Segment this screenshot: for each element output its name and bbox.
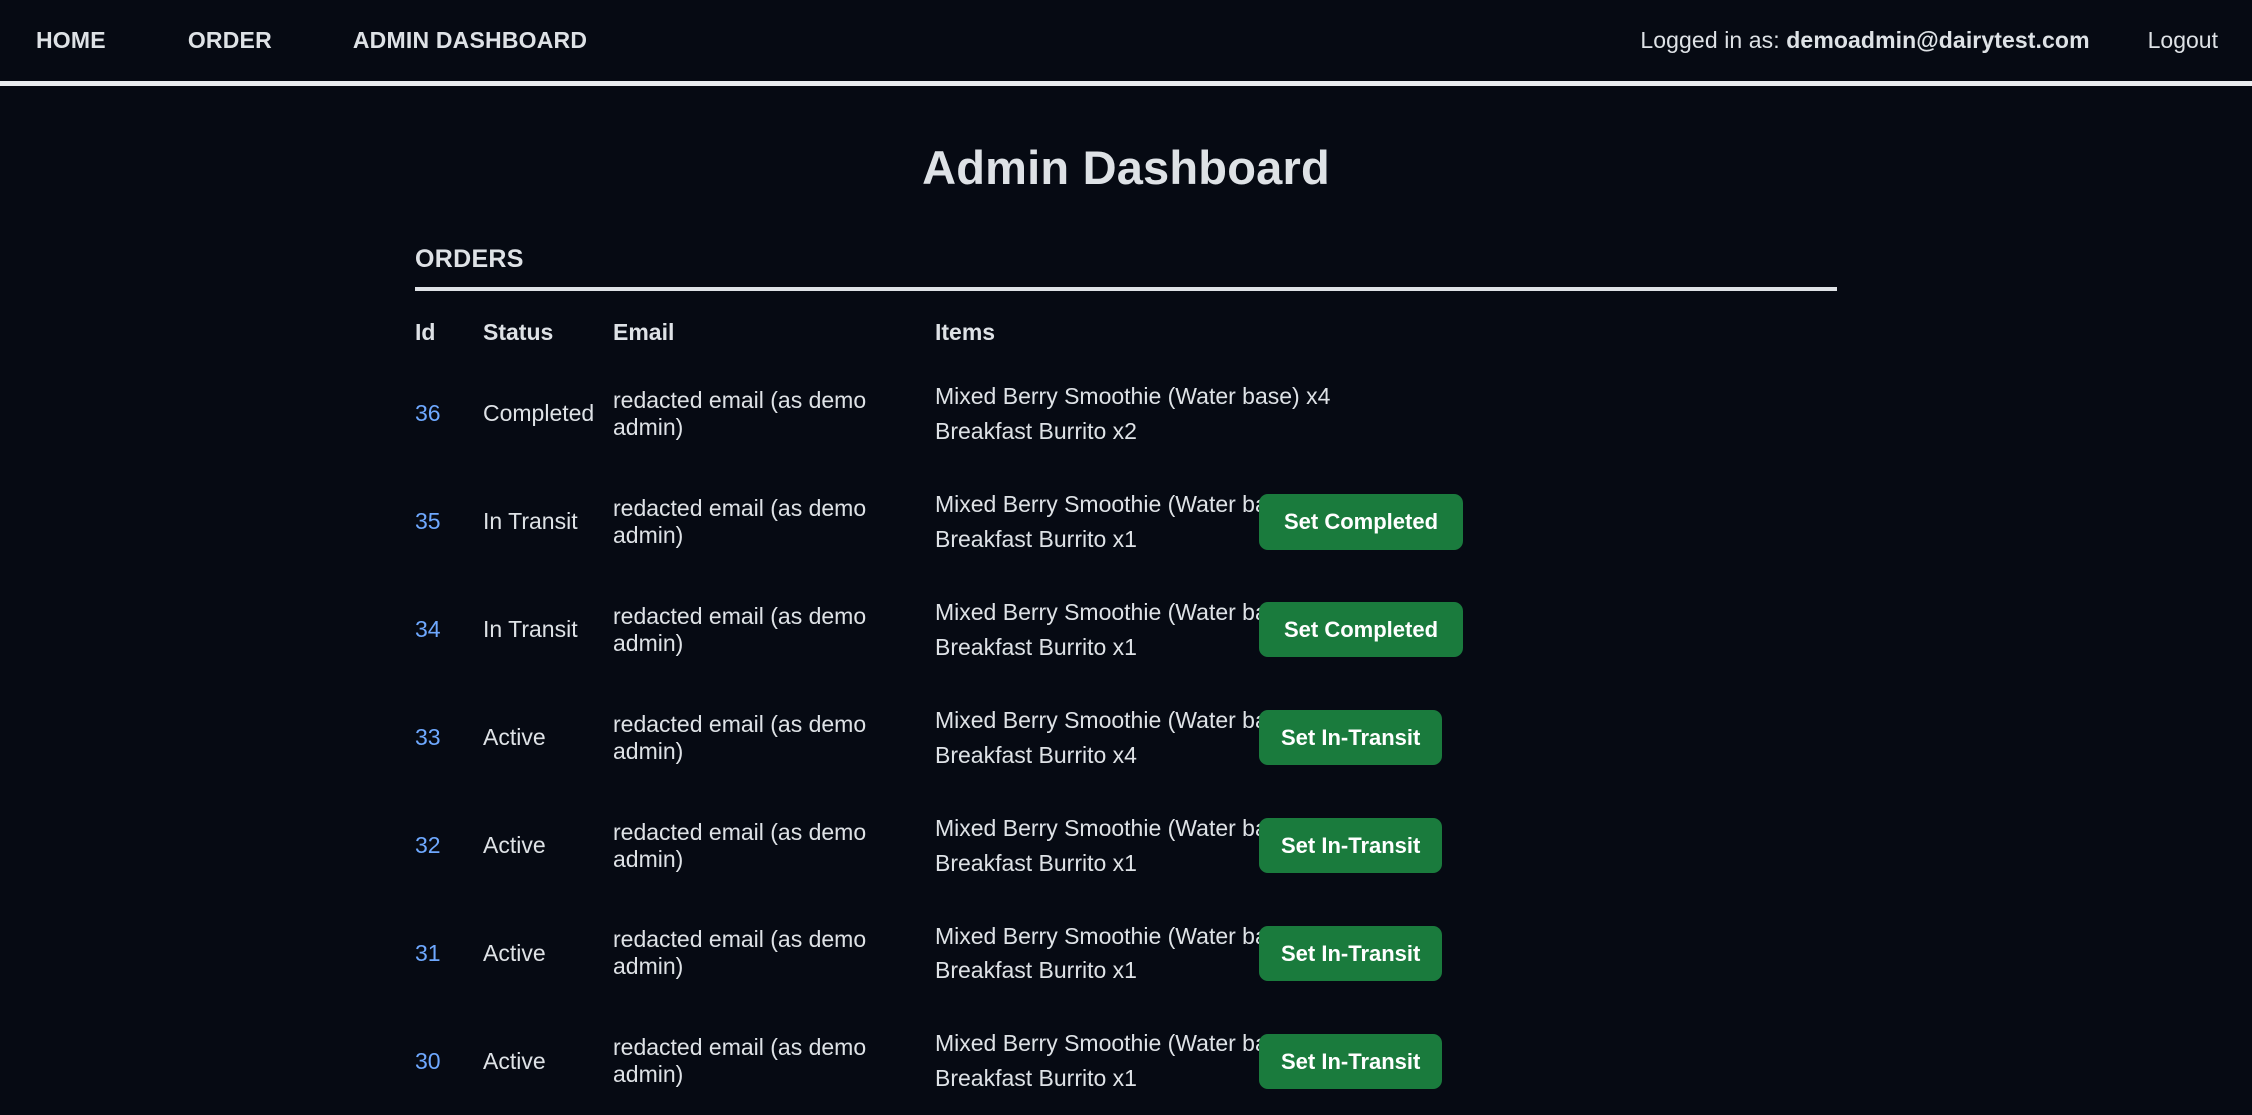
table-row: 32 Active redacted email (as demo admin) Mi… xyxy=(415,792,1837,900)
order-item-line: Breakfast Burrito x1 xyxy=(935,957,1137,984)
order-items-list: Mixed Berry Smoothie (Water base) x5 Brea… xyxy=(935,703,1331,773)
order-item-line: Mixed Berry Smoothie (Water base) x1 xyxy=(935,814,1331,841)
order-item-line: Breakfast Burrito x1 xyxy=(935,849,1137,876)
set-in-transit-button[interactable]: Set In-Transit xyxy=(1259,925,1443,982)
order-items-cell: Mixed Berry Smoothie (Water base) x1 Brea… xyxy=(935,576,1837,684)
logged-in-status: Logged in as: demoadmin@dairytest.com xyxy=(1640,27,2089,54)
order-item-line: Breakfast Burrito x1 xyxy=(935,633,1137,660)
order-id-link[interactable]: 33 xyxy=(415,724,441,750)
column-header-email: Email xyxy=(613,319,675,345)
orders-section-title: ORDERS xyxy=(415,245,524,273)
items-and-action: Mixed Berry Smoothie (Water base) x1 Brea… xyxy=(935,487,1837,557)
nav-link-order[interactable]: ORDER xyxy=(164,27,296,54)
order-status-cell: Active xyxy=(483,939,546,966)
order-item-line: Mixed Berry Smoothie (Water base) x1 xyxy=(935,922,1331,949)
order-item-line: Mixed Berry Smoothie (Water base) x1 xyxy=(935,598,1331,625)
order-status-cell: In Transit xyxy=(483,616,578,643)
column-header-id: Id xyxy=(415,319,436,345)
order-id-link[interactable]: 30 xyxy=(415,1048,441,1074)
order-items-cell: Mixed Berry Smoothie (Water base) x1 Brea… xyxy=(935,900,1837,1008)
order-id-cell: 30 xyxy=(415,1007,483,1115)
order-id-cell: 35 xyxy=(415,468,483,576)
order-email-cell: redacted email (as demo admin) xyxy=(613,818,867,872)
items-and-action: Mixed Berry Smoothie (Water base) x1 Brea… xyxy=(935,1026,1837,1096)
logged-in-email: demoadmin@dairytest.com xyxy=(1786,27,2090,53)
order-item-line: Mixed Berry Smoothie (Water base) x1 xyxy=(935,490,1331,517)
logged-in-label: Logged in as: xyxy=(1640,27,1780,53)
order-status-cell: Active xyxy=(483,724,546,751)
top-navbar: HOME ORDER ADMIN DASHBOARD Logged in as:… xyxy=(0,0,2252,86)
order-id-link[interactable]: 32 xyxy=(415,832,441,858)
order-items-list: Mixed Berry Smoothie (Water base) x4 Brea… xyxy=(935,379,1331,449)
set-completed-button[interactable]: Set Completed xyxy=(1259,602,1464,658)
column-header-status: Status xyxy=(483,319,554,345)
order-status-cell: Active xyxy=(483,832,546,859)
items-and-action: Mixed Berry Smoothie (Water base) x4 Brea… xyxy=(935,379,1837,449)
order-status-cell: Completed xyxy=(483,400,595,427)
table-row: 33 Active redacted email (as demo admin) Mi… xyxy=(415,684,1837,792)
page-body: Admin Dashboard ORDERS Id Status Email I… xyxy=(0,86,2252,1115)
order-item-line: Mixed Berry Smoothie (Water base) x1 xyxy=(935,1030,1331,1057)
order-id-link[interactable]: 34 xyxy=(415,616,441,642)
set-in-transit-button[interactable]: Set In-Transit xyxy=(1259,1033,1443,1090)
table-row: 35 In Transit redacted email (as demo admi… xyxy=(415,468,1837,576)
order-email-cell: redacted email (as demo admin) xyxy=(613,602,867,656)
navbar-links: HOME ORDER ADMIN DASHBOARD xyxy=(36,27,611,54)
order-items-cell: Mixed Berry Smoothie (Water base) x4 Brea… xyxy=(935,360,1837,468)
order-item-line: Breakfast Burrito x2 xyxy=(935,417,1137,444)
table-row: 30 Active redacted email (as demo admin) Mi… xyxy=(415,1007,1837,1115)
order-items-cell: Mixed Berry Smoothie (Water base) x1 Brea… xyxy=(935,468,1837,576)
order-item-line: Mixed Berry Smoothie (Water base) x4 xyxy=(935,383,1331,409)
order-item-line: Breakfast Burrito x4 xyxy=(935,741,1137,768)
order-items-list: Mixed Berry Smoothie (Water base) x1 Brea… xyxy=(935,811,1331,881)
content-container: ORDERS Id Status Email Items 36 Completed… xyxy=(415,245,1837,1115)
items-and-action: Mixed Berry Smoothie (Water base) x5 Brea… xyxy=(935,703,1837,773)
orders-table-body: 36 Completed redacted email (as demo admin… xyxy=(415,360,1837,1115)
orders-table: Id Status Email Items 36 Completed redacte… xyxy=(415,319,1837,1115)
nav-link-home[interactable]: HOME xyxy=(36,27,130,54)
logout-link[interactable]: Logout xyxy=(2148,27,2218,54)
table-row: 34 In Transit redacted email (as demo admi… xyxy=(415,576,1837,684)
order-id-link[interactable]: 31 xyxy=(415,940,441,966)
set-in-transit-button[interactable]: Set In-Transit xyxy=(1259,817,1443,874)
order-email-cell: redacted email (as demo admin) xyxy=(613,494,867,548)
order-id-link[interactable]: 36 xyxy=(415,400,441,426)
nav-link-admin-dashboard[interactable]: ADMIN DASHBOARD xyxy=(329,27,611,54)
order-status-cell: In Transit xyxy=(483,508,578,535)
order-id-cell: 31 xyxy=(415,900,483,1008)
items-and-action: Mixed Berry Smoothie (Water base) x1 Brea… xyxy=(935,919,1837,989)
order-email-cell: redacted email (as demo admin) xyxy=(613,386,867,440)
set-completed-button[interactable]: Set Completed xyxy=(1259,494,1464,550)
section-divider xyxy=(415,287,1837,291)
order-items-list: Mixed Berry Smoothie (Water base) x1 Brea… xyxy=(935,595,1331,665)
navbar-user-area: Logged in as: demoadmin@dairytest.com Lo… xyxy=(1640,27,2218,54)
order-id-cell: 33 xyxy=(415,684,483,792)
column-header-items: Items xyxy=(935,319,996,345)
order-items-list: Mixed Berry Smoothie (Water base) x1 Brea… xyxy=(935,919,1331,989)
items-and-action: Mixed Berry Smoothie (Water base) x1 Brea… xyxy=(935,595,1837,665)
order-item-line: Breakfast Burrito x1 xyxy=(935,525,1137,552)
order-items-cell: Mixed Berry Smoothie (Water base) x1 Brea… xyxy=(935,792,1837,900)
order-items-cell: Mixed Berry Smoothie (Water base) x1 Brea… xyxy=(935,1007,1837,1115)
order-id-link[interactable]: 35 xyxy=(415,508,441,534)
items-and-action: Mixed Berry Smoothie (Water base) x1 Brea… xyxy=(935,811,1837,881)
order-item-line: Mixed Berry Smoothie (Water base) x5 xyxy=(935,706,1331,733)
set-in-transit-button[interactable]: Set In-Transit xyxy=(1259,710,1443,766)
order-items-list: Mixed Berry Smoothie (Water base) x1 Brea… xyxy=(935,487,1331,557)
order-email-cell: redacted email (as demo admin) xyxy=(613,1034,867,1088)
order-id-cell: 32 xyxy=(415,792,483,900)
orders-table-head: Id Status Email Items xyxy=(415,319,1837,360)
order-id-cell: 34 xyxy=(415,576,483,684)
order-item-line: Breakfast Burrito x1 xyxy=(935,1065,1137,1092)
order-items-list: Mixed Berry Smoothie (Water base) x1 Brea… xyxy=(935,1026,1331,1096)
table-row: 31 Active redacted email (as demo admin) Mi… xyxy=(415,900,1837,1008)
order-status-cell: Active xyxy=(483,1047,546,1074)
order-email-cell: redacted email (as demo admin) xyxy=(613,710,867,764)
order-id-cell: 36 xyxy=(415,360,483,468)
table-row: 36 Completed redacted email (as demo admin… xyxy=(415,360,1837,468)
order-items-cell: Mixed Berry Smoothie (Water base) x5 Brea… xyxy=(935,684,1837,792)
page-title: Admin Dashboard xyxy=(922,141,1330,194)
table-header-row: Id Status Email Items xyxy=(415,319,1837,360)
order-email-cell: redacted email (as demo admin) xyxy=(613,926,867,980)
